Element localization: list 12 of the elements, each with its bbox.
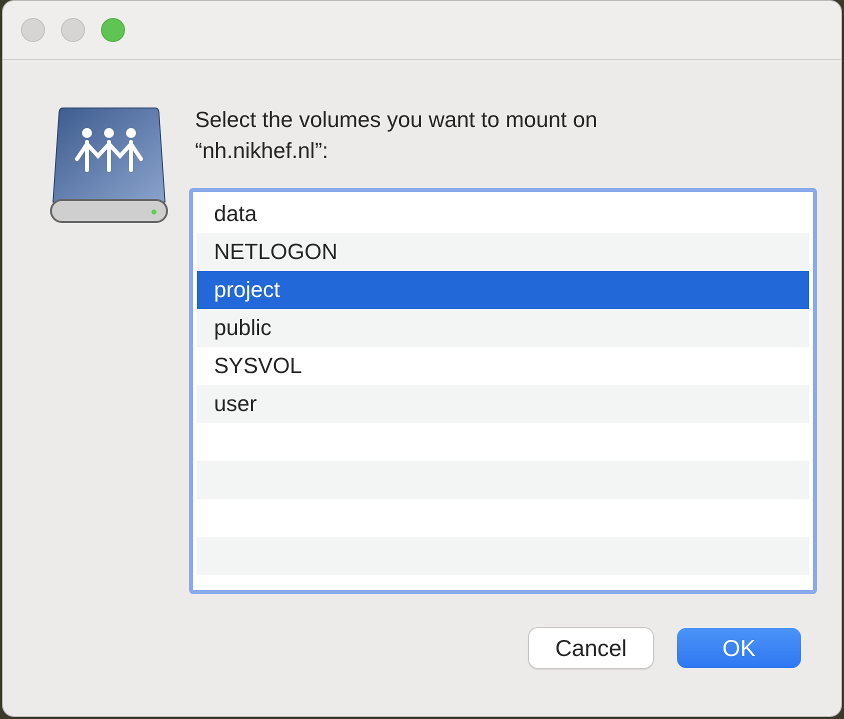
volume-item[interactable]: SYSVOL [197, 347, 809, 385]
volume-item[interactable]: project [197, 271, 809, 309]
volume-item[interactable]: data [197, 195, 809, 233]
volume-item[interactable]: user [197, 385, 809, 423]
minimize-button[interactable] [61, 18, 85, 42]
zoom-button[interactable] [101, 18, 125, 42]
cancel-button[interactable]: Cancel [529, 628, 653, 668]
close-button[interactable] [21, 18, 45, 42]
volume-item[interactable]: public [197, 309, 809, 347]
prompt-text: Select the volumes you want to mount on “nh.nikhef.nl”: [195, 106, 598, 165]
volume-item[interactable]: NETLOGON [197, 233, 809, 271]
ok-button[interactable]: OK [677, 628, 801, 668]
